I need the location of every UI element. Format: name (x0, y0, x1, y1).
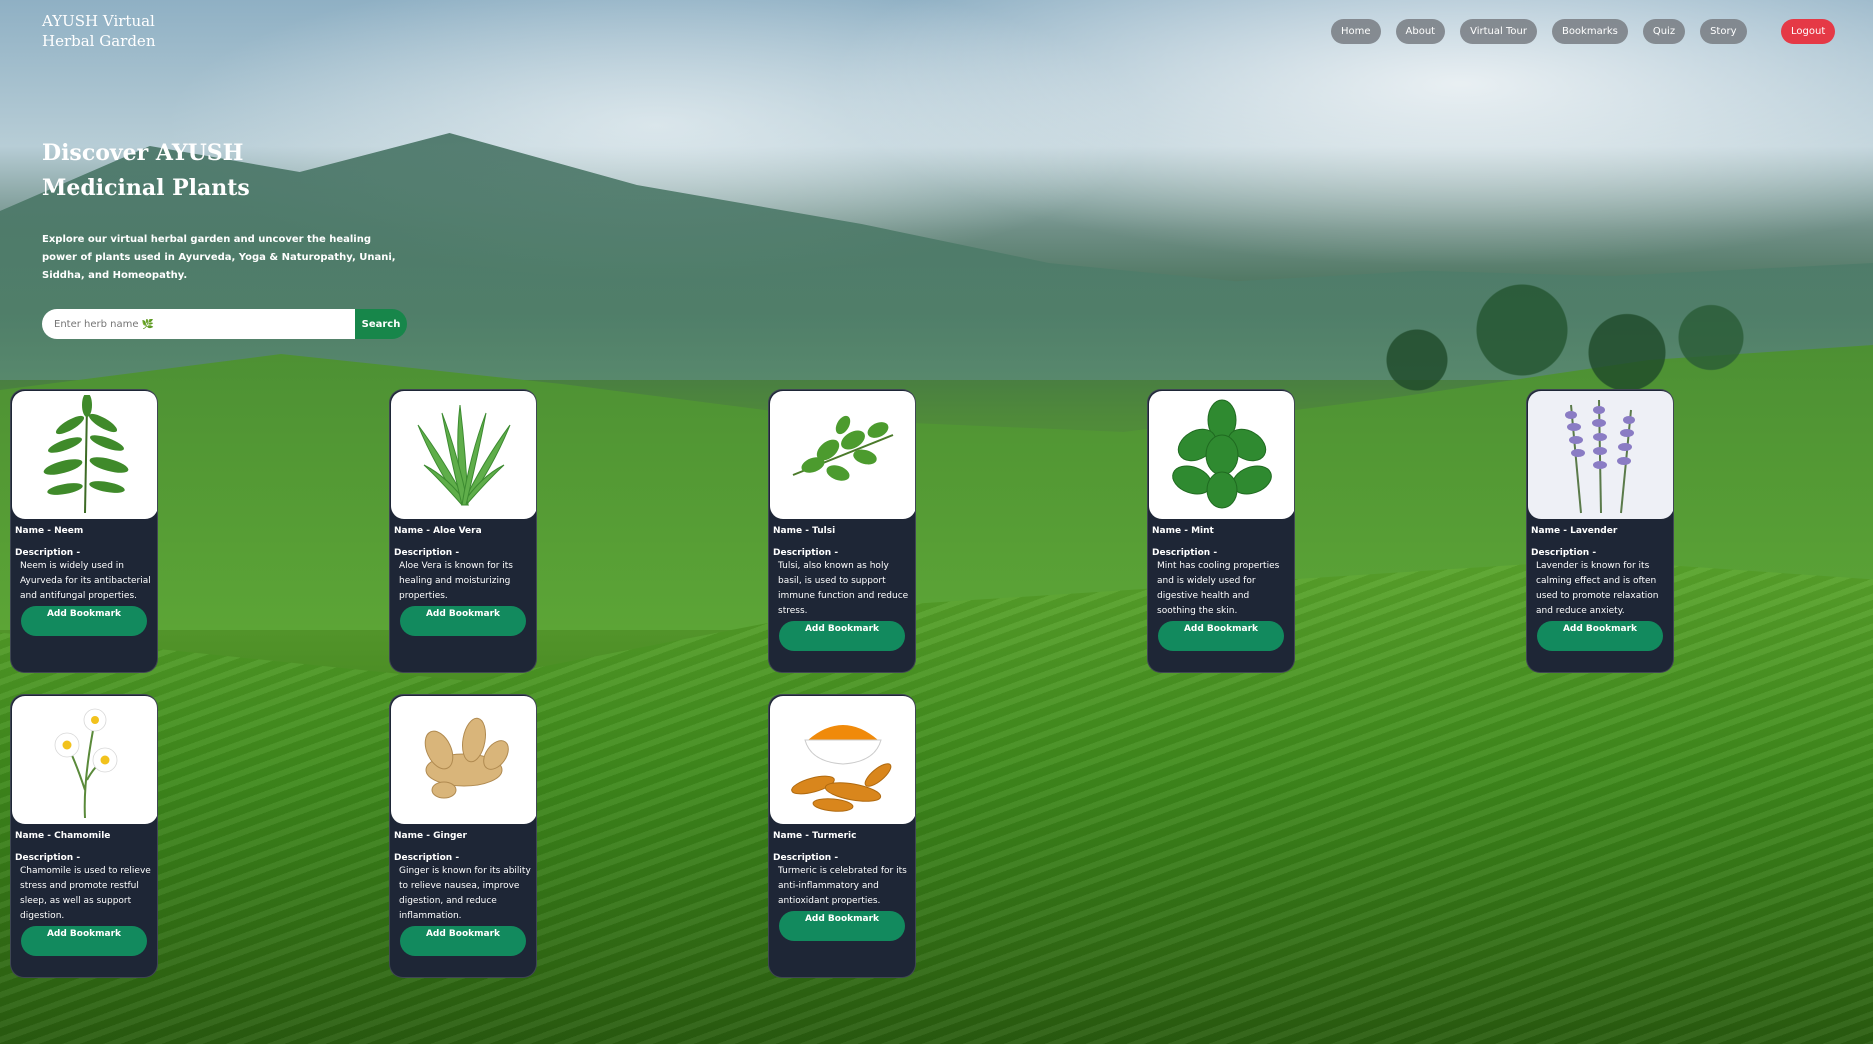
plant-name: Name - Lavender (1531, 526, 1618, 536)
description-heading: Description - (394, 548, 460, 558)
neem-leaf-image (12, 391, 157, 519)
plant-name: Name - Neem (15, 526, 84, 536)
tulsi-image (770, 391, 915, 519)
add-bookmark-button[interactable]: Add Bookmark (21, 606, 147, 636)
plant-card-chamomile: Name - Chamomile Description - Chamomile… (10, 694, 158, 978)
plant-name: Name - Chamomile (15, 831, 111, 841)
plant-card-turmeric: Name - Turmeric Description - Turmeric i… (768, 694, 916, 978)
plant-description: Neem is widely used in Ayurveda for its … (20, 561, 151, 601)
add-bookmark-button[interactable]: Add Bookmark (1537, 621, 1663, 651)
aloe-vera-image (391, 391, 536, 519)
hero-description: Explore our virtual herbal garden and un… (42, 234, 396, 281)
nav-bookmarks[interactable]: Bookmarks (1551, 19, 1628, 44)
hero-title: Discover AYUSH Medicinal Plants (42, 140, 250, 201)
plant-card-neem: Name - Neem Description - Neem is widely… (10, 389, 158, 673)
description-heading: Description - (773, 853, 839, 863)
plant-card-lavender: Name - Lavender Description - Lavender i… (1526, 389, 1674, 673)
main-nav: Home About Virtual Tour Bookmarks Quiz S… (1331, 19, 1747, 44)
nav-virtual-tour[interactable]: Virtual Tour (1460, 19, 1537, 44)
description-heading: Description - (394, 853, 460, 863)
plant-description: Chamomile is used to relieve stress and … (20, 866, 151, 921)
ginger-image (391, 696, 536, 824)
add-bookmark-button[interactable]: Add Bookmark (400, 606, 526, 636)
plant-description: Mint has cooling properties and is widel… (1157, 561, 1280, 616)
search-button[interactable]: Search (355, 309, 407, 339)
add-bookmark-button[interactable]: Add Bookmark (779, 621, 905, 651)
plant-card-mint: Name - Mint Description - Mint has cooli… (1147, 389, 1295, 673)
plant-description: Ginger is known for its ability to relie… (399, 866, 531, 921)
herb-search: Search (42, 309, 407, 339)
description-heading: Description - (15, 548, 81, 558)
add-bookmark-button[interactable]: Add Bookmark (21, 926, 147, 956)
mint-image (1149, 391, 1294, 519)
add-bookmark-button[interactable]: Add Bookmark (779, 911, 905, 941)
nav-home[interactable]: Home (1331, 19, 1381, 44)
description-heading: Description - (1152, 548, 1218, 558)
description-heading: Description - (773, 548, 839, 558)
plant-card-tulsi: Name - Tulsi Description - Tulsi, also k… (768, 389, 916, 673)
nav-quiz[interactable]: Quiz (1642, 19, 1686, 44)
plant-name: Name - Ginger (394, 831, 467, 841)
lavender-image (1528, 391, 1673, 519)
chamomile-image (12, 696, 157, 824)
plant-name: Name - Aloe Vera (394, 526, 482, 536)
plant-name: Name - Mint (1152, 526, 1214, 536)
add-bookmark-button[interactable]: Add Bookmark (400, 926, 526, 956)
turmeric-image (770, 696, 915, 824)
plant-description: Turmeric is celebrated for its anti-infl… (778, 866, 907, 906)
plant-description: Aloe Vera is known for its healing and m… (399, 561, 513, 601)
logout-button[interactable]: Logout (1781, 19, 1836, 44)
herb-search-input[interactable] (42, 309, 355, 339)
add-bookmark-button[interactable]: Add Bookmark (1158, 621, 1284, 651)
plant-name: Name - Tulsi (773, 526, 836, 536)
description-heading: Description - (15, 853, 81, 863)
brand-title[interactable]: AYUSH Virtual Herbal Garden (42, 11, 192, 51)
nav-about[interactable]: About (1395, 19, 1446, 44)
plant-name: Name - Turmeric (773, 831, 857, 841)
plant-description: Lavender is known for its calming effect… (1536, 561, 1659, 616)
plant-card-ginger: Name - Ginger Description - Ginger is kn… (389, 694, 537, 978)
nav-story[interactable]: Story (1700, 19, 1747, 44)
plant-card-aloe-vera: Name - Aloe Vera Description - Aloe Vera… (389, 389, 537, 673)
description-heading: Description - (1531, 548, 1597, 558)
plant-description: Tulsi, also known as holy basil, is used… (778, 561, 909, 616)
